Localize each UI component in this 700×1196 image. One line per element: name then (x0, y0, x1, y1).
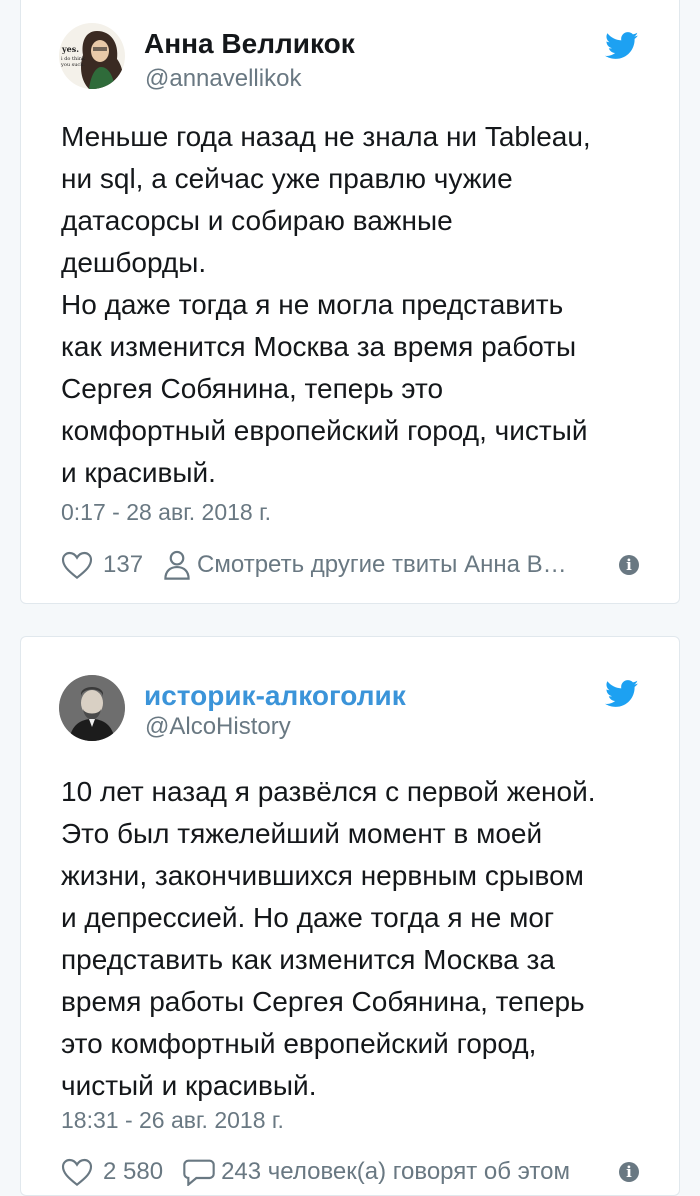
info-icon[interactable]: i (619, 555, 639, 575)
tweet-text-line: и красивый. (61, 457, 216, 488)
author-handle[interactable]: @AlcoHistory (145, 713, 291, 741)
tweet-text-line: время работы Сергея Собянина, теперь (61, 986, 585, 1017)
tweet-text-line: датасорсы и собираю важные (61, 205, 453, 236)
tweet-text-line: и депрессией. Но даже тогда я не мог (61, 902, 555, 933)
tweet-text-line: 10 лет назад я развёлся с первой женой. (61, 776, 596, 807)
heart-icon[interactable] (61, 551, 93, 579)
tweet-actions: 2 580 243 человек(а) говорят об этом i (61, 1155, 639, 1189)
tweet-text-line: дешборды. (61, 247, 207, 278)
tweet-timestamp[interactable]: 0:17 - 28 авг. 2018 г. (61, 499, 271, 526)
info-icon[interactable]: i (619, 1162, 639, 1182)
tweet-actions: 137 Смотреть другие твиты Анна В… i (61, 548, 639, 582)
replies-link[interactable]: 243 человек(а) говорят об этом (221, 1158, 609, 1186)
tweet-text-line: Меньше года назад не знала ни Tableau, (61, 121, 591, 152)
tweet-card: историк-алкоголик @AlcoHistory 10 лет на… (20, 636, 680, 1196)
author-name[interactable]: Анна Велликок (144, 28, 355, 60)
person-icon[interactable] (163, 550, 191, 580)
more-tweets-link[interactable]: Смотреть другие твиты Анна В… (197, 551, 609, 579)
heart-icon[interactable] (61, 1158, 93, 1186)
tweet-text-line: как изменится Москва за время работы (61, 331, 577, 362)
author-handle[interactable]: @annavellikok (145, 65, 301, 93)
tweet-text: Меньше года назад не знала ни Tableau, н… (61, 116, 661, 494)
avatar-image (59, 675, 125, 741)
avatar-text-1: yes. (61, 44, 79, 54)
tweet-text-line: Но даже тогда я не могла представить (61, 289, 564, 320)
avatar[interactable] (59, 675, 125, 741)
twitter-bird-icon[interactable] (605, 32, 639, 60)
tweet-text-line: Сергея Собянина, теперь это (61, 373, 444, 404)
tweet-text-line: Это был тяжелейший момент в моей (61, 818, 543, 849)
tweet-text: 10 лет назад я развёлся с первой женой. … (61, 771, 661, 1107)
tweet-text-line: жизни, закончившихся нервным срывом (61, 860, 584, 891)
tweet-text-line: представить как изменится Москва за (61, 944, 555, 975)
like-count[interactable]: 2 580 (103, 1158, 163, 1186)
tweet-text-line: это комфортный европейский город, (61, 1028, 537, 1059)
like-count[interactable]: 137 (103, 551, 143, 579)
avatar[interactable]: yes. i do think you suck. (59, 23, 125, 89)
tweet-text-line: ни sql, а сейчас уже правлю чужие (61, 163, 513, 194)
author-name[interactable]: историк-алкоголик (144, 680, 406, 712)
avatar-image: yes. i do think you suck. (59, 23, 125, 89)
tweet-text-line: комфортный европейский город, чистый (61, 415, 588, 446)
speech-bubble-icon[interactable] (183, 1158, 215, 1186)
twitter-bird-icon[interactable] (605, 680, 639, 708)
tweet-text-line: чистый и красивый. (61, 1070, 317, 1101)
avatar-text-3: you suck. (60, 62, 85, 68)
tweet-timestamp[interactable]: 18:31 - 26 авг. 2018 г. (61, 1107, 284, 1134)
tweet-card: yes. i do think you suck. Анна Велликок … (20, 0, 680, 604)
